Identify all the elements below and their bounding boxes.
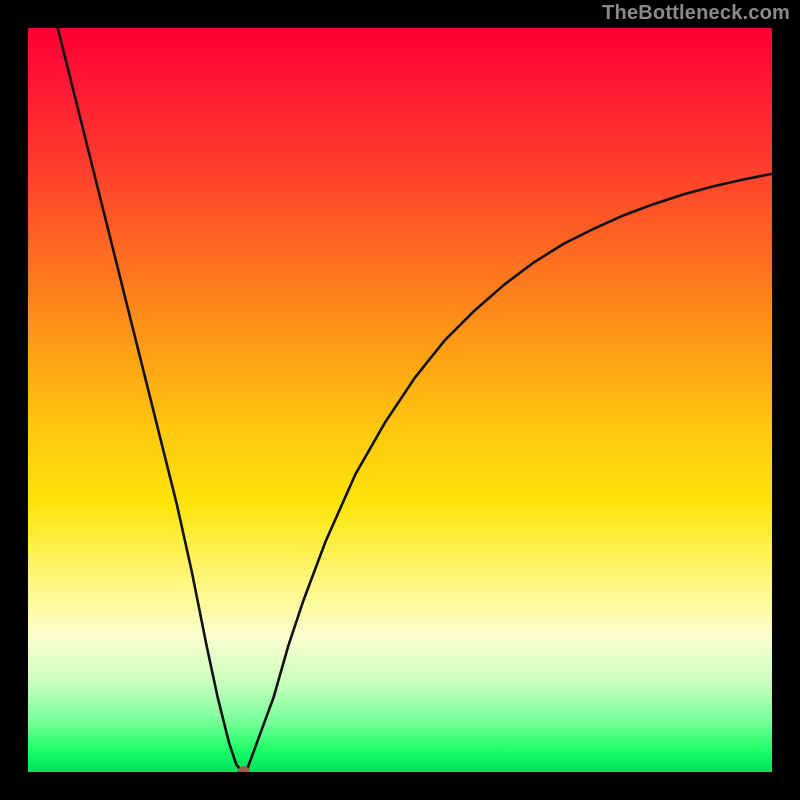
plot-area <box>28 28 772 772</box>
watermark-text: TheBottleneck.com <box>602 2 790 25</box>
chart-container: TheBottleneck.com <box>0 0 800 800</box>
bottleneck-curve <box>58 28 772 772</box>
curve-layer <box>28 28 772 772</box>
